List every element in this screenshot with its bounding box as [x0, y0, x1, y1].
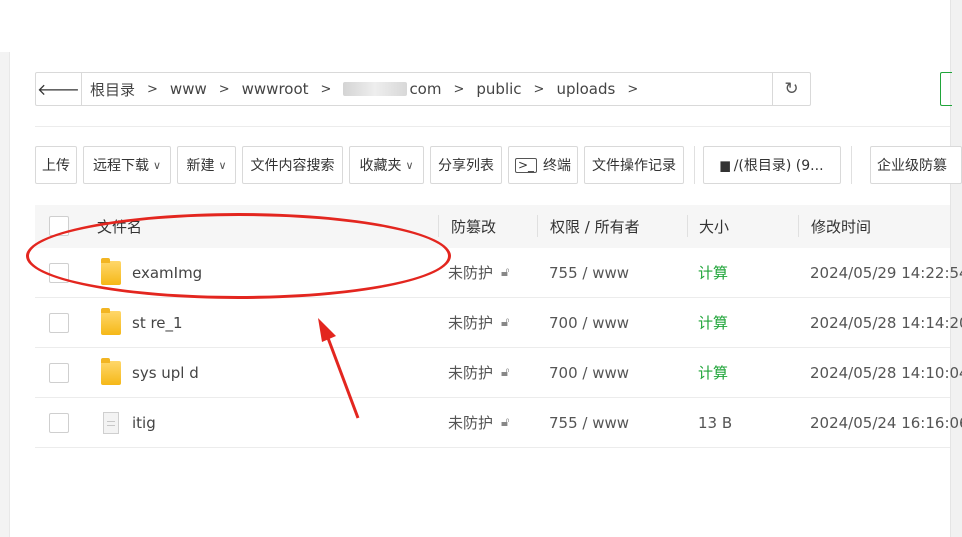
annotation-arrow [318, 318, 360, 419]
